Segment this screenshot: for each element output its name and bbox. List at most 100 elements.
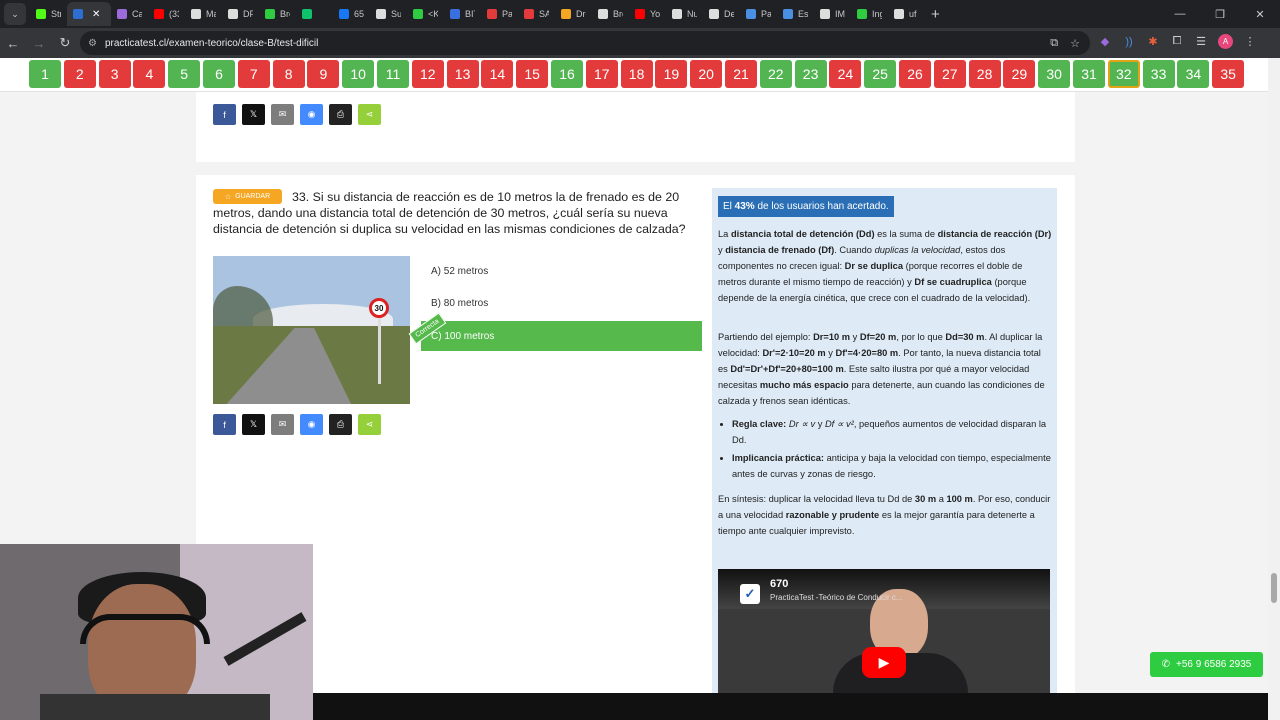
share-button[interactable]: ⋖ [358, 104, 381, 125]
question-nav-button[interactable]: 6 [203, 60, 235, 88]
browser-tab[interactable]: uf a [888, 2, 925, 26]
browser-tab[interactable]: Sum [370, 2, 407, 26]
browser-tab[interactable]: (337 [148, 2, 185, 26]
browser-tab[interactable] [296, 2, 333, 26]
browser-tab[interactable]: 654 [333, 2, 370, 26]
question-nav-button[interactable]: 4 [133, 60, 166, 88]
browser-tab[interactable]: Mar [185, 2, 222, 26]
browser-tab[interactable]: Deta [703, 2, 740, 26]
minimize-icon[interactable]: — [1160, 8, 1200, 20]
question-nav-button[interactable]: 17 [585, 60, 618, 88]
facebook-share-button[interactable]: f [213, 104, 236, 125]
browser-tab[interactable]: Pag [740, 2, 777, 26]
question-nav-button[interactable]: 10 [342, 60, 375, 88]
new-tab-button[interactable]: + [931, 6, 940, 23]
print-button[interactable]: ⎙ [329, 104, 352, 125]
question-nav-button[interactable]: 29 [1003, 60, 1036, 88]
tab-search-icon[interactable]: ⌄ [4, 3, 26, 25]
question-nav-button[interactable]: 20 [690, 60, 723, 88]
browser-tab[interactable]: BITC [444, 2, 481, 26]
question-nav-button[interactable]: 27 [933, 60, 966, 88]
site-info-icon[interactable]: ⚙ [88, 38, 97, 49]
print-button[interactable]: ⎙ [329, 414, 352, 435]
reload-icon[interactable]: ↻ [52, 35, 78, 51]
browser-tab[interactable]: Brea [259, 2, 296, 26]
extension-icon[interactable]: ✱ [1146, 35, 1160, 48]
question-nav-button[interactable]: 23 [794, 60, 827, 88]
browser-tab[interactable]: IMG [814, 2, 851, 26]
question-nav-button[interactable]: 28 [968, 60, 1001, 88]
facebook-share-button[interactable]: f [213, 414, 236, 435]
whatsapp-button[interactable]: ✆ +56 9 6586 2935 [1150, 652, 1263, 677]
reading-list-icon[interactable]: ☰ [1194, 35, 1208, 48]
browser-tab[interactable]: DPS [222, 2, 259, 26]
question-nav-button[interactable]: 22 [759, 60, 792, 88]
messenger-share-button[interactable]: ◉ [300, 414, 323, 435]
browser-tab[interactable]: Brea [592, 2, 629, 26]
question-nav-button[interactable]: 2 [63, 60, 96, 88]
question-nav-button[interactable]: 21 [725, 60, 757, 88]
omnibox[interactable]: ⚙ practicatest.cl/examen-teorico/clase-B… [80, 31, 1090, 55]
question-nav-button[interactable]: 30 [1038, 60, 1071, 88]
answer-option-a[interactable]: A) 52 metros [421, 256, 702, 286]
question-nav-button[interactable]: 1 [29, 60, 61, 88]
puzzle-icon[interactable]: ⧠ [1170, 35, 1184, 48]
question-nav-button[interactable]: 5 [168, 60, 201, 88]
question-nav-button[interactable]: 14 [481, 60, 514, 88]
url-text[interactable]: practicatest.cl/examen-teorico/clase-B/t… [105, 38, 318, 49]
browser-tab[interactable]: <KF [407, 2, 444, 26]
share-button[interactable]: ⋖ [358, 414, 381, 435]
extension-icon[interactable]: )) [1122, 36, 1136, 48]
x-share-button[interactable]: 𝕏 [242, 104, 265, 125]
answer-option-c[interactable]: C) 100 metros [421, 321, 702, 351]
x-share-button[interactable]: 𝕏 [242, 414, 265, 435]
question-nav-button[interactable]: 19 [655, 60, 688, 88]
question-nav-button[interactable]: 25 [864, 60, 897, 88]
extension-icon[interactable]: ◆ [1098, 35, 1112, 48]
question-nav-button[interactable]: 31 [1073, 60, 1105, 88]
question-nav-button[interactable]: 3 [98, 60, 131, 88]
maximize-icon[interactable]: ❐ [1200, 8, 1240, 21]
browser-tab[interactable]: You [629, 2, 666, 26]
question-nav-button[interactable]: 7 [237, 60, 270, 88]
close-tab-icon[interactable]: ✕ [92, 9, 100, 20]
question-nav-button[interactable]: 33 [1142, 60, 1175, 88]
browser-tab[interactable]: Inge [851, 2, 888, 26]
profile-avatar[interactable]: A [1218, 34, 1233, 49]
browser-tab[interactable]: SAN [518, 2, 555, 26]
scrollbar-thumb[interactable] [1271, 573, 1277, 603]
scrollbar[interactable] [1268, 58, 1280, 720]
browser-tab[interactable]: Nue [666, 2, 703, 26]
email-share-button[interactable]: ✉ [271, 414, 294, 435]
browser-tab[interactable]: Patc [481, 2, 518, 26]
browser-tab[interactable]: Essl [777, 2, 814, 26]
play-icon[interactable]: ▶ [862, 647, 906, 678]
question-nav-button[interactable]: 34 [1177, 60, 1210, 88]
video-title[interactable]: PracticaTest -Teórico de Conducir c... [770, 593, 970, 602]
back-icon[interactable]: ← [0, 36, 26, 51]
browser-tab[interactable]: Strea [30, 2, 67, 26]
messenger-share-button[interactable]: ◉ [300, 104, 323, 125]
question-nav-button[interactable]: 26 [899, 60, 931, 88]
question-nav-button[interactable]: 13 [446, 60, 479, 88]
question-nav-button[interactable]: 8 [272, 60, 305, 88]
browser-tab[interactable]: Capt [111, 2, 148, 26]
question-nav-button[interactable]: 11 [377, 60, 409, 88]
menu-kebab-icon[interactable]: ⋮ [1243, 35, 1257, 48]
answer-option-b[interactable]: B) 80 metros [421, 288, 702, 318]
question-nav-button[interactable]: 9 [307, 60, 340, 88]
browser-tab[interactable]: ✕ [67, 2, 111, 26]
question-nav-button[interactable]: 12 [411, 60, 444, 88]
question-nav-button[interactable]: 32 [1107, 60, 1140, 88]
email-share-button[interactable]: ✉ [271, 104, 294, 125]
question-nav-button[interactable]: 24 [829, 60, 862, 88]
browser-tab[interactable]: Drop [555, 2, 592, 26]
close-window-icon[interactable]: ✕ [1240, 8, 1280, 21]
question-nav-button[interactable]: 15 [516, 60, 549, 88]
bookmark-star-icon[interactable]: ☆ [1070, 37, 1080, 50]
question-nav-button[interactable]: 16 [551, 60, 583, 88]
question-nav-button[interactable]: 18 [620, 60, 653, 88]
install-app-icon[interactable]: ⧉ [1050, 37, 1058, 50]
question-nav-button[interactable]: 35 [1212, 60, 1245, 88]
forward-icon[interactable]: → [26, 36, 52, 51]
